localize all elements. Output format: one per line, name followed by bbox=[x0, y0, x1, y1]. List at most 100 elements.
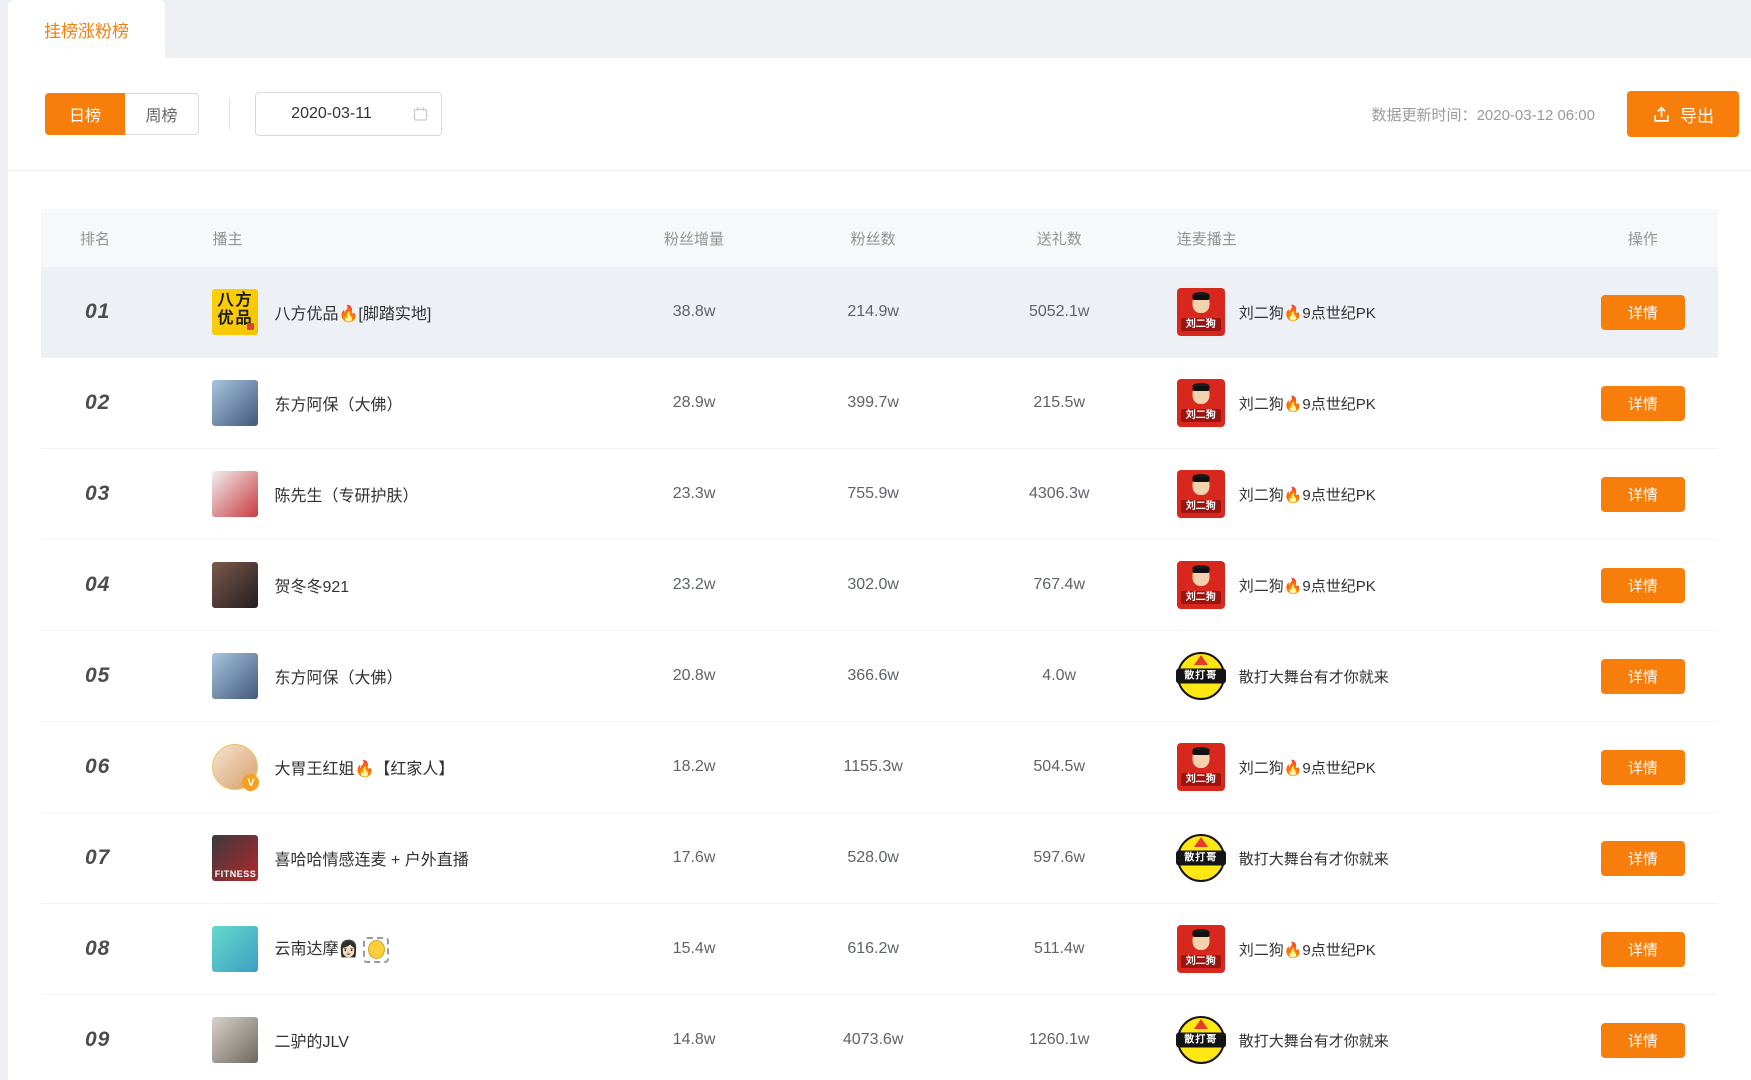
cohost-name: 散打大舞台有才你就来 bbox=[1239, 666, 1389, 687]
broadcaster-avatar bbox=[212, 926, 258, 972]
cohost-name: 刘二狗🔥9点世纪PK bbox=[1239, 393, 1376, 414]
broadcaster-avatar: 八方优品 bbox=[212, 289, 258, 335]
gifts-value: 4306.3w bbox=[963, 485, 1156, 503]
table-row: 09 二驴的JLV 14.8w 4073.6w 1260.1w 散打哥 散打大舞… bbox=[41, 995, 1718, 1080]
broadcaster-name: 大胃王红姐🔥【红家人】 bbox=[274, 761, 454, 778]
col-header-rank: 排名 bbox=[41, 228, 186, 249]
broadcaster-avatar bbox=[212, 380, 258, 426]
fans-total-value: 366.6w bbox=[784, 667, 963, 685]
export-icon bbox=[1652, 105, 1671, 124]
sunglasses-icon bbox=[1192, 295, 1209, 300]
verified-badge: V bbox=[242, 774, 259, 791]
calendar-icon[interactable] bbox=[412, 106, 429, 123]
broadcaster-name: 东方阿保（大佛） bbox=[274, 397, 402, 414]
fans-total-value: 302.0w bbox=[784, 576, 963, 594]
detail-button[interactable]: 详情 bbox=[1601, 1023, 1685, 1058]
cohost-name: 散打大舞台有才你就来 bbox=[1239, 1030, 1389, 1051]
tab-fan-growth-ranking[interactable]: 挂榜涨粉榜 bbox=[8, 0, 165, 58]
gifts-value: 4.0w bbox=[963, 667, 1156, 685]
export-label: 导出 bbox=[1680, 102, 1714, 127]
fans-total-value: 616.2w bbox=[784, 940, 963, 958]
range-toggle: 日榜 周榜 bbox=[45, 93, 199, 135]
detail-button[interactable]: 详情 bbox=[1601, 750, 1685, 785]
avatar-name-band: 散打哥 bbox=[1176, 1033, 1226, 1048]
rank-number: 06 bbox=[85, 755, 110, 778]
fans-gain-value: 15.4w bbox=[605, 940, 784, 958]
broadcaster-name: 二驴的JLV bbox=[274, 1034, 348, 1051]
table-row: 06 V 大胃王红姐🔥【红家人】 18.2w 1155.3w 504.5w 刘二… bbox=[41, 722, 1718, 813]
rank-number: 03 bbox=[85, 482, 110, 505]
cohost-avatar-liuergou: 刘二狗 bbox=[1177, 470, 1225, 518]
table-header: 排名 播主 粉丝增量 粉丝数 送礼数 连麦播主 操作 bbox=[41, 209, 1718, 267]
avatar-caption: FITNESS bbox=[212, 869, 258, 879]
col-header-broadcaster: 播主 bbox=[186, 228, 604, 249]
table-row: 03 陈先生（专研护肤） 23.3w 755.9w 4306.3w 刘二狗 刘二… bbox=[41, 449, 1718, 540]
cohost-name: 散打大舞台有才你就来 bbox=[1239, 848, 1389, 869]
detail-button[interactable]: 详情 bbox=[1601, 659, 1685, 694]
cohost-avatar-sanda: 散打哥 bbox=[1177, 834, 1225, 882]
cohost-name: 刘二狗🔥9点世纪PK bbox=[1239, 757, 1376, 778]
main-panel: 日榜 周榜 2020-03-11 数据更新时间：2020-03-12 06:00 bbox=[8, 58, 1751, 1080]
detail-button[interactable]: 详情 bbox=[1601, 932, 1685, 967]
avatar-name-band: 刘二狗 bbox=[1181, 591, 1221, 604]
detail-button[interactable]: 详情 bbox=[1601, 841, 1685, 876]
cohost-avatar-liuergou: 刘二狗 bbox=[1177, 288, 1225, 336]
fans-gain-value: 17.6w bbox=[605, 849, 784, 867]
table-body: 01 八方优品 八方优品🔥[脚踏实地] 38.8w 214.9w 5052.1w… bbox=[41, 267, 1718, 1080]
fans-gain-value: 14.8w bbox=[605, 1031, 784, 1049]
broadcaster-name: 八方优品🔥[脚踏实地] bbox=[274, 306, 431, 323]
detail-button[interactable]: 详情 bbox=[1601, 386, 1685, 421]
fans-total-value: 1155.3w bbox=[784, 758, 963, 776]
export-button[interactable]: 导出 bbox=[1627, 91, 1739, 137]
date-picker[interactable]: 2020-03-11 bbox=[255, 92, 442, 136]
broadcaster-avatar bbox=[212, 562, 258, 608]
broadcaster-name: 喜哈哈情感连麦 + 户外直播 bbox=[274, 852, 468, 869]
emoji-glyph bbox=[368, 940, 385, 959]
col-header-gifts: 送礼数 bbox=[963, 228, 1156, 249]
rank-number: 09 bbox=[85, 1028, 110, 1051]
fans-total-value: 214.9w bbox=[784, 303, 963, 321]
table-row: 04 贺冬冬921 23.2w 302.0w 767.4w 刘二狗 刘二狗🔥9点… bbox=[41, 540, 1718, 631]
detail-button[interactable]: 详情 bbox=[1601, 568, 1685, 603]
broadcaster-avatar: V bbox=[212, 744, 258, 790]
cohost-avatar-liuergou: 刘二狗 bbox=[1177, 379, 1225, 427]
avatar-name-band: 刘二狗 bbox=[1181, 955, 1221, 968]
table-row: 08 云南达摩👩🏻 15.4w 616.2w 511.4w 刘二狗 刘二狗🔥9点 bbox=[41, 904, 1718, 995]
date-value: 2020-03-11 bbox=[291, 105, 372, 123]
crown-icon bbox=[1194, 655, 1208, 665]
fans-total-value: 399.7w bbox=[784, 394, 963, 412]
data-update-time: 数据更新时间：2020-03-12 06:00 bbox=[1372, 104, 1595, 125]
rank-number: 07 bbox=[85, 846, 110, 869]
crown-icon bbox=[1194, 1019, 1208, 1029]
broadcaster-name: 陈先生（专研护肤） bbox=[274, 488, 418, 505]
broadcaster-name: 东方阿保（大佛） bbox=[274, 670, 402, 687]
fans-total-value: 4073.6w bbox=[784, 1031, 963, 1049]
update-time-label: 数据更新时间： bbox=[1372, 107, 1477, 124]
rank-number: 02 bbox=[85, 391, 110, 414]
gifts-value: 5052.1w bbox=[963, 303, 1156, 321]
cohost-avatar-sanda: 散打哥 bbox=[1177, 1016, 1225, 1064]
daily-rank-button[interactable]: 日榜 bbox=[45, 93, 125, 135]
fans-gain-value: 23.3w bbox=[605, 485, 784, 503]
detail-button[interactable]: 详情 bbox=[1601, 295, 1685, 330]
placeholder-emoji bbox=[363, 937, 389, 963]
avatar-name-band: 散打哥 bbox=[1176, 851, 1226, 866]
broadcaster-avatar bbox=[212, 653, 258, 699]
weekly-rank-button[interactable]: 周榜 bbox=[125, 93, 199, 135]
cohost-avatar-sanda: 散打哥 bbox=[1177, 652, 1225, 700]
table-row: 02 东方阿保（大佛） 28.9w 399.7w 215.5w 刘二狗 刘二狗🔥… bbox=[41, 358, 1718, 449]
broadcaster-avatar: FITNESS bbox=[212, 835, 258, 881]
table-row: 07 FITNESS 喜哈哈情感连麦 + 户外直播 17.6w 528.0w 5… bbox=[41, 813, 1718, 904]
divider bbox=[229, 98, 230, 130]
fans-gain-value: 23.2w bbox=[605, 576, 784, 594]
controls-right: 数据更新时间：2020-03-12 06:00 导出 bbox=[1372, 91, 1739, 137]
col-header-fans-total: 粉丝数 bbox=[784, 228, 963, 249]
rank-number: 08 bbox=[85, 937, 110, 960]
fans-total-value: 755.9w bbox=[784, 485, 963, 503]
avatar-name-band: 刘二狗 bbox=[1181, 500, 1221, 513]
gifts-value: 1260.1w bbox=[963, 1031, 1156, 1049]
detail-button[interactable]: 详情 bbox=[1601, 477, 1685, 512]
cohost-avatar-liuergou: 刘二狗 bbox=[1177, 743, 1225, 791]
cohost-name: 刘二狗🔥9点世纪PK bbox=[1239, 575, 1376, 596]
sunglasses-icon bbox=[1192, 932, 1209, 937]
